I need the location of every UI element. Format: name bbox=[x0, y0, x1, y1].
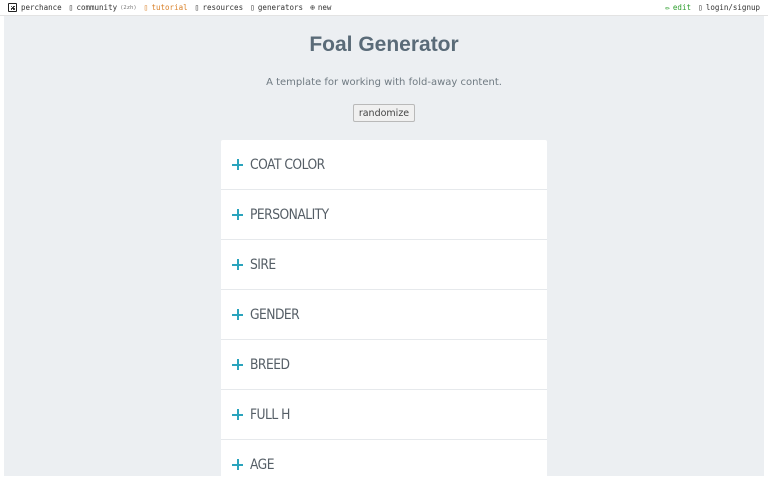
user-icon: ▯ bbox=[697, 2, 703, 12]
randomize-button[interactable]: randomize bbox=[353, 104, 415, 122]
expand-plus-icon bbox=[232, 309, 243, 320]
accordion-item-sire[interactable]: SIRE bbox=[221, 240, 547, 290]
page-title: Foal Generator bbox=[309, 33, 459, 56]
expand-plus-icon bbox=[232, 459, 243, 470]
accordion-item-label: COAT COLOR bbox=[250, 156, 325, 173]
accordion-list: COAT COLOR PERSONALITY SIRE GENDER BREED… bbox=[221, 140, 547, 476]
accordion-item-label: FULL H bbox=[250, 406, 290, 423]
chat-icon: ▯ bbox=[68, 2, 74, 12]
expand-plus-icon bbox=[232, 359, 243, 370]
nav-community-label: community bbox=[76, 3, 118, 12]
book-icon: ▯ bbox=[143, 2, 149, 12]
accordion-item-personality[interactable]: PERSONALITY bbox=[221, 190, 547, 240]
accordion-item-label: AGE bbox=[250, 456, 274, 473]
accordion-item-coat-color[interactable]: COAT COLOR bbox=[221, 140, 547, 190]
nav-new-link[interactable]: ⊕ new bbox=[310, 3, 331, 12]
plus-circle-icon: ⊕ bbox=[310, 2, 315, 12]
nav-generators-label: generators bbox=[257, 3, 304, 12]
nav-brand-label: perchance bbox=[21, 3, 62, 12]
nav-tutorial-link[interactable]: ▯ tutorial bbox=[144, 3, 188, 12]
accordion-item-label: GENDER bbox=[250, 306, 300, 323]
expand-plus-icon bbox=[232, 259, 243, 270]
accordion-item-full-h[interactable]: FULL H bbox=[221, 390, 547, 440]
page-subtitle: A template for working with fold-away co… bbox=[266, 77, 502, 88]
nav-resources-link[interactable]: ▯ resources bbox=[195, 3, 243, 12]
nav-new-label: new bbox=[317, 3, 332, 12]
generator-output-frame: Foal Generator A template for working wi… bbox=[4, 16, 764, 476]
nav-generators-link[interactable]: ▯ generators bbox=[250, 3, 303, 12]
nav-edit-label: edit bbox=[672, 3, 691, 12]
community-badge: (2zh) bbox=[120, 4, 137, 11]
expand-plus-icon bbox=[232, 409, 243, 420]
nav-login-label: login/signup bbox=[705, 3, 760, 12]
expand-plus-icon bbox=[232, 159, 243, 170]
pencil-icon: ✏ bbox=[665, 2, 670, 12]
folder-icon: ▯ bbox=[194, 2, 200, 12]
bottom-edge bbox=[0, 476, 768, 480]
nav-login-link[interactable]: ▯ login/signup bbox=[698, 3, 760, 12]
accordion-item-gender[interactable]: GENDER bbox=[221, 290, 547, 340]
accordion-item-label: PERSONALITY bbox=[250, 206, 329, 223]
nav-brand-perchance[interactable]: perchance bbox=[8, 3, 62, 12]
accordion-item-breed[interactable]: BREED bbox=[221, 340, 547, 390]
top-navigation-bar: perchance ▯ community (2zh) ▯ tutorial ▯… bbox=[0, 0, 768, 16]
dice-icon bbox=[8, 3, 17, 12]
nav-resources-label: resources bbox=[202, 3, 244, 12]
nav-community-link[interactable]: ▯ community (2zh) bbox=[69, 3, 137, 12]
accordion-item-label: BREED bbox=[250, 356, 290, 373]
expand-plus-icon bbox=[232, 209, 243, 220]
list-icon: ▯ bbox=[250, 2, 255, 12]
accordion-item-age[interactable]: AGE bbox=[221, 440, 547, 476]
accordion-item-label: SIRE bbox=[250, 256, 276, 273]
nav-edit-link[interactable]: ✏ edit bbox=[665, 3, 691, 12]
nav-tutorial-label: tutorial bbox=[151, 3, 188, 12]
